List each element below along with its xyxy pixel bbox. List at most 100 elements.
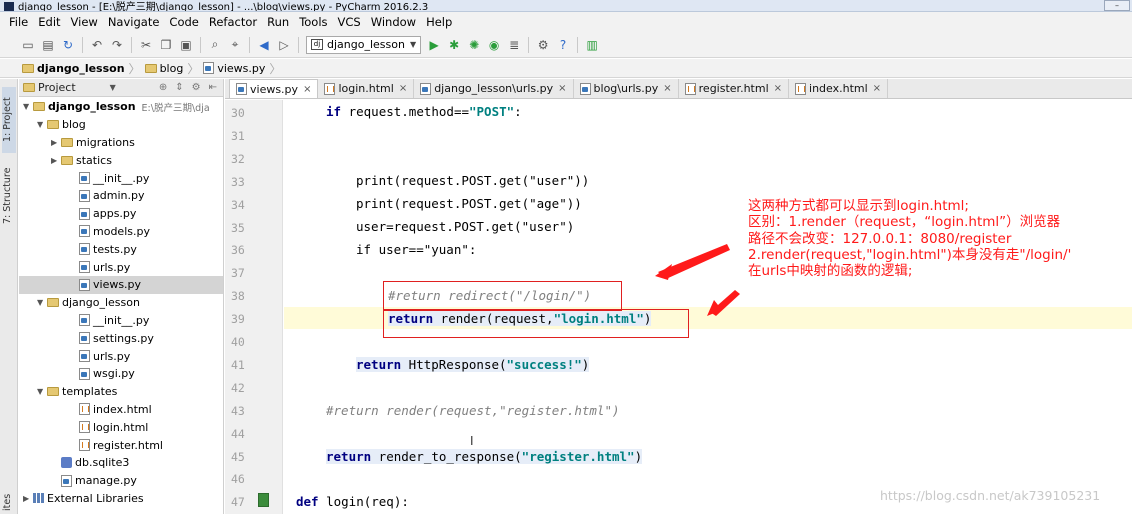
sync-icon[interactable]: ↻: [60, 37, 76, 53]
breadcrumb-blog[interactable]: blog 〉: [144, 60, 199, 77]
hide-icon[interactable]: ⇤: [209, 82, 217, 93]
editor-tab[interactable]: django_lesson\urls.py ×: [414, 79, 574, 98]
menu-item-file[interactable]: File: [4, 15, 33, 29]
chevron-right-icon[interactable]: ▶: [51, 156, 61, 165]
back-icon[interactable]: ◀: [256, 37, 272, 53]
tree-item[interactable]: manage.py: [19, 472, 223, 490]
close-icon[interactable]: ×: [558, 83, 566, 94]
tree-item[interactable]: ▶ migrations: [19, 134, 223, 152]
tree-item[interactable]: __init__.py: [19, 312, 223, 330]
tree-item[interactable]: wsgi.py: [19, 365, 223, 383]
code-line-35[interactable]: user=request.POST.get("user"): [356, 219, 574, 234]
run-icon[interactable]: ▶: [426, 37, 442, 53]
find-icon[interactable]: ⌕: [207, 37, 223, 53]
menu-item-help[interactable]: Help: [421, 15, 457, 29]
tree-item[interactable]: models.py: [19, 223, 223, 241]
code-line-47[interactable]: def login(req):: [296, 494, 409, 509]
editor-tab[interactable]: blog\urls.py ×: [574, 79, 679, 98]
run-configuration-select[interactable]: dj django_lesson ▼: [306, 35, 422, 54]
structure-tool-tab[interactable]: 7: Structure: [2, 159, 16, 233]
tree-item[interactable]: __init__.py: [19, 169, 223, 187]
tree-item[interactable]: db.sqlite3: [19, 454, 223, 472]
vcs-icon[interactable]: ▥: [584, 37, 600, 53]
tree-item[interactable]: views.py: [19, 275, 223, 294]
vcs-gutter-icon[interactable]: [258, 493, 269, 507]
replace-icon[interactable]: ⌖: [227, 37, 243, 53]
tree-item[interactable]: login.html: [19, 418, 223, 436]
pycharm-logo-icon: [4, 2, 14, 11]
forward-icon[interactable]: ▷: [276, 37, 292, 53]
project-panel-title[interactable]: Project: [38, 81, 76, 94]
tree-item[interactable]: ▶ External Libraries: [19, 490, 223, 508]
chevron-down-icon[interactable]: ▼: [37, 120, 47, 129]
editor-tab[interactable]: login.html ×: [318, 79, 415, 98]
tree-item[interactable]: register.html: [19, 436, 223, 454]
code-line-43[interactable]: #return render(request,"register.html"): [326, 403, 620, 418]
settings-icon[interactable]: ⚙: [535, 37, 551, 53]
profile-icon[interactable]: ◉: [486, 37, 502, 53]
editor-tab[interactable]: views.py ×: [229, 79, 319, 98]
close-icon[interactable]: ×: [663, 83, 671, 94]
close-icon[interactable]: ×: [873, 83, 881, 94]
chevron-down-icon[interactable]: ▼: [23, 102, 33, 111]
menu-item-window[interactable]: Window: [366, 15, 421, 29]
tree-item[interactable]: settings.py: [19, 329, 223, 347]
tree-item[interactable]: apps.py: [19, 205, 223, 223]
code-line-33[interactable]: print(request.POST.get("user")): [356, 173, 589, 188]
cut-icon[interactable]: ✂: [138, 37, 154, 53]
code-line-45[interactable]: return render_to_response("register.html…: [326, 449, 643, 464]
favorites-tool-tab[interactable]: ites: [2, 491, 16, 513]
menu-item-code[interactable]: Code: [164, 15, 203, 29]
project-tool-tab[interactable]: 1: Project: [2, 87, 16, 153]
tree-item[interactable]: ▼ templates: [19, 383, 223, 401]
menu-item-edit[interactable]: Edit: [33, 15, 65, 29]
menu-item-refactor[interactable]: Refactor: [204, 15, 262, 29]
chevron-right-icon[interactable]: ▶: [51, 138, 61, 147]
tree-item[interactable]: urls.py: [19, 347, 223, 365]
tree-item[interactable]: ▼ django_lesson: [19, 294, 223, 312]
python-file-icon: [79, 172, 90, 185]
paste-icon[interactable]: ▣: [178, 37, 194, 53]
chevron-down-icon[interactable]: ▼: [37, 298, 47, 307]
collapse-all-icon[interactable]: ⇕: [175, 82, 183, 93]
redo-icon[interactable]: ↷: [109, 37, 125, 53]
close-icon[interactable]: ×: [774, 83, 782, 94]
scroll-from-source-icon[interactable]: ⊕: [159, 82, 167, 93]
tree-item[interactable]: tests.py: [19, 240, 223, 258]
menu-item-tools[interactable]: Tools: [294, 15, 332, 29]
save-icon[interactable]: ▤: [40, 37, 56, 53]
menu-item-run[interactable]: Run: [262, 15, 294, 29]
open-folder-icon[interactable]: ▭: [20, 37, 36, 53]
code-line-41[interactable]: return HttpResponse("success!"): [356, 357, 590, 372]
code-line-36[interactable]: if user=="yuan":: [356, 242, 476, 257]
chevron-down-icon[interactable]: ▼: [37, 387, 47, 396]
breadcrumb-project[interactable]: django_lesson 〉: [22, 60, 141, 77]
menu-item-view[interactable]: View: [66, 15, 103, 29]
code-line-34[interactable]: print(request.POST.get("age")): [356, 196, 582, 211]
help-icon[interactable]: ?: [555, 37, 571, 53]
copy-icon[interactable]: ❐: [158, 37, 174, 53]
tree-item[interactable]: ▼ django_lesson E:\脱产三期\dja: [19, 98, 223, 116]
chevron-down-icon[interactable]: ▼: [110, 83, 116, 92]
menu-item-navigate[interactable]: Navigate: [103, 15, 165, 29]
chevron-right-icon[interactable]: ▶: [23, 494, 33, 503]
code-line-30[interactable]: if request.method=="POST":: [326, 104, 522, 119]
coverage-icon[interactable]: ✺: [466, 37, 482, 53]
close-icon[interactable]: ×: [303, 84, 311, 95]
menu-item-vcs[interactable]: VCS: [333, 15, 366, 29]
tree-item[interactable]: admin.py: [19, 187, 223, 205]
tree-item-label: statics: [76, 153, 112, 167]
minimize-icon[interactable]: –: [1104, 0, 1130, 11]
undo-icon[interactable]: ↶: [89, 37, 105, 53]
editor-tab[interactable]: register.html ×: [679, 79, 790, 98]
debug-icon[interactable]: ✱: [446, 37, 462, 53]
tree-item[interactable]: urls.py: [19, 258, 223, 276]
tree-item[interactable]: index.html: [19, 401, 223, 419]
close-icon[interactable]: ×: [399, 83, 407, 94]
breadcrumb-file[interactable]: views.py 〉: [203, 60, 281, 77]
editor-tab[interactable]: index.html ×: [789, 79, 889, 98]
gear-icon[interactable]: ⚙: [192, 82, 201, 93]
build-icon[interactable]: ≣: [506, 37, 522, 53]
tree-item[interactable]: ▶ statics: [19, 151, 223, 169]
tree-item[interactable]: ▼ blog: [19, 116, 223, 134]
